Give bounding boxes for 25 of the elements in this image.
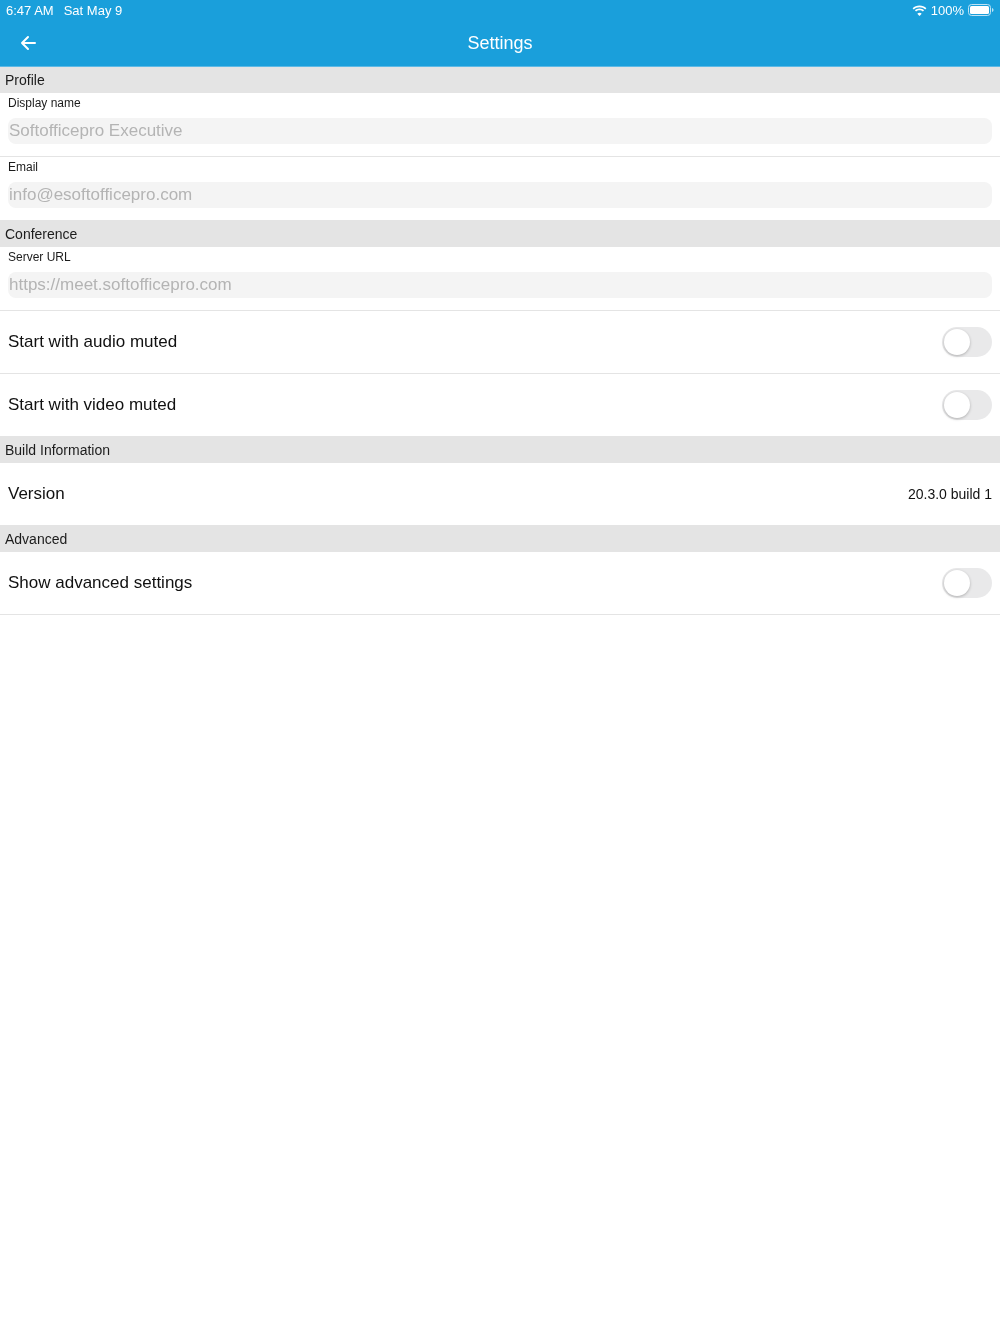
setting-label: Start with video muted <box>8 395 177 415</box>
battery-percent: 100% <box>930 2 964 18</box>
section-header: Profile <box>0 67 1000 93</box>
back-arrow-icon <box>20 35 36 51</box>
status-date: Sat May 9 <box>63 2 123 18</box>
section-header: Advanced <box>0 526 1000 552</box>
input-field[interactable]: Softofficepro Executive <box>8 118 992 144</box>
battery-icon <box>968 4 994 16</box>
status-time: 6:47 AM <box>6 2 54 18</box>
toggle-switch[interactable] <box>942 390 992 420</box>
screen-title: Settings <box>467 32 533 54</box>
setting-label: Show advanced settings <box>8 573 193 593</box>
toggle-switch[interactable] <box>942 327 992 357</box>
input-field[interactable]: https://meet.softofficepro.com <box>8 272 992 298</box>
setting-value: 20.3.0 build 1 <box>907 486 992 502</box>
input-field[interactable]: info@esoftofficepro.com <box>8 182 992 208</box>
setting-label: Start with audio muted <box>8 332 178 352</box>
field-label: Server URL <box>8 250 72 265</box>
field-label: Email <box>8 160 39 175</box>
section-header: Build Information <box>0 437 1000 463</box>
setting-label: Version <box>8 484 65 504</box>
section-header: Conference <box>0 221 1000 247</box>
field-label: Display name <box>8 96 82 111</box>
toggle-switch[interactable] <box>942 568 992 598</box>
wifi-icon <box>911 4 927 16</box>
